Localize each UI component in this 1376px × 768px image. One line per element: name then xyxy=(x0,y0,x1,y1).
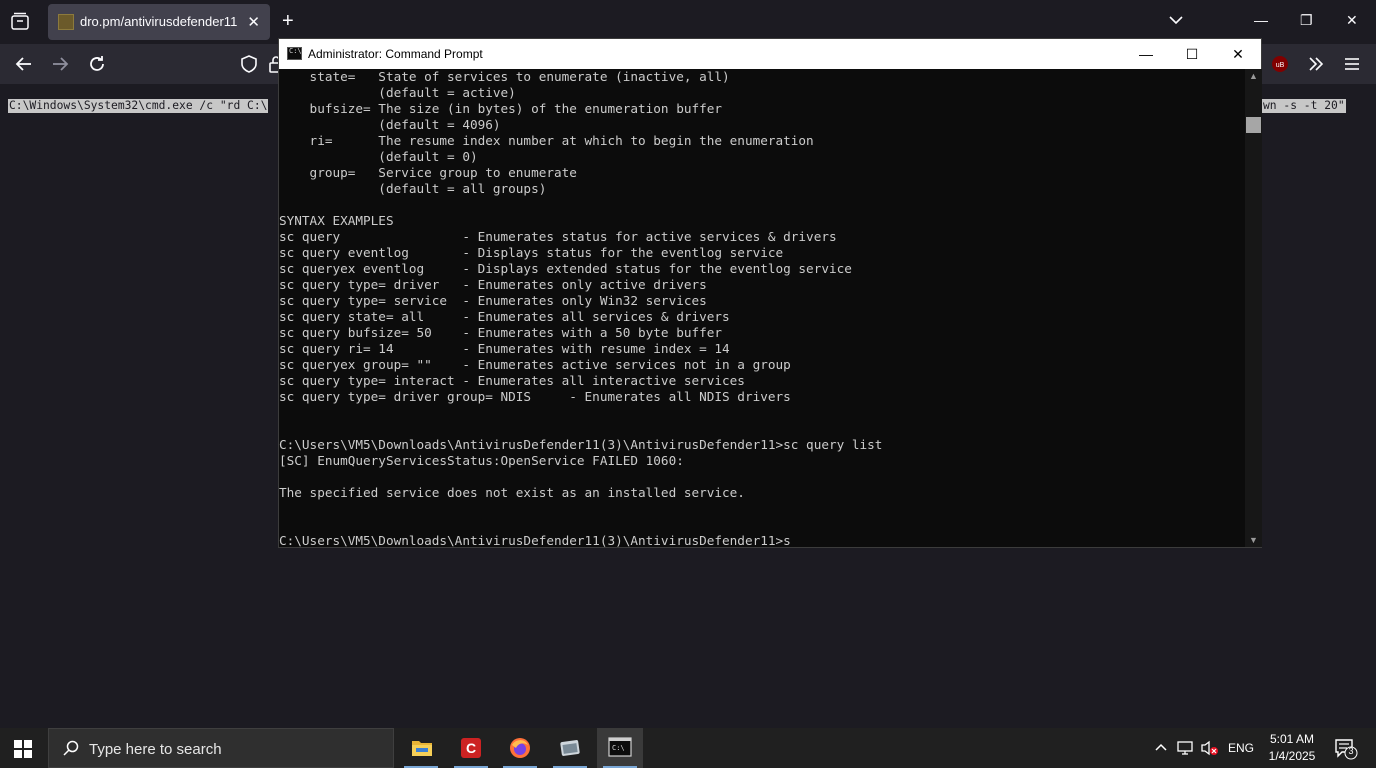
svg-text:C:\: C:\ xyxy=(612,744,625,752)
folder-icon xyxy=(412,741,432,756)
cmd-minimize-icon[interactable]: — xyxy=(1123,39,1169,69)
lock-icon[interactable] xyxy=(266,54,278,74)
minimize-icon[interactable]: — xyxy=(1254,12,1268,28)
console-line: The specified service does not exist as … xyxy=(279,485,745,500)
console-line: (default = 0) xyxy=(279,149,478,164)
console-line: (default = active) xyxy=(279,85,516,100)
ublock-extension-icon[interactable]: uB xyxy=(1270,54,1290,74)
ccleaner-icon: C xyxy=(461,738,481,758)
svg-text:C: C xyxy=(466,740,476,756)
command-prompt-window[interactable]: C:\ Administrator: Command Prompt — ☐ ✕ … xyxy=(278,38,1262,548)
tab-title: dro.pm/antivirusdefender11 xyxy=(80,14,238,29)
console-line: sc query bufsize= 50 - Enumerates with a… xyxy=(279,325,723,340)
new-tab-icon[interactable]: + xyxy=(282,10,294,32)
selected-page-text-end[interactable]: wn -s -t 20" xyxy=(1262,99,1346,113)
show-hidden-icons-chevron-icon[interactable] xyxy=(1154,740,1168,757)
selected-page-text[interactable]: C:\Windows\System32\cmd.exe /c "rd C:\ xyxy=(8,99,269,113)
scrollbar-thumb[interactable] xyxy=(1246,117,1261,133)
taskbar-clock[interactable]: 5:01 AM 1/4/2025 xyxy=(1264,731,1320,765)
taskbar-ccleaner[interactable]: C xyxy=(451,728,491,768)
network-icon[interactable] xyxy=(1177,740,1195,759)
console-line: sc query - Enumerates status for active … xyxy=(279,229,837,244)
taskbar-app-window[interactable] xyxy=(550,728,590,768)
console-line: ri= The resume index number at which to … xyxy=(279,133,814,148)
cmd-close-icon[interactable]: ✕ xyxy=(1215,39,1261,69)
notification-count-badge: 3 xyxy=(1348,746,1354,756)
site-favicon-icon xyxy=(58,14,74,30)
console-line: sc query ri= 14 - Enumerates with resume… xyxy=(279,341,730,356)
cmd-maximize-icon[interactable]: ☐ xyxy=(1169,39,1215,69)
search-placeholder: Type here to search xyxy=(89,741,222,758)
notification-center-icon[interactable]: 3 xyxy=(1334,738,1358,763)
cmd-title-bar[interactable]: C:\ Administrator: Command Prompt — ☐ ✕ xyxy=(279,39,1261,69)
taskbar: Type here to search C C:\ ENG 5:01 AM 1/… xyxy=(0,728,1376,768)
reload-icon[interactable] xyxy=(87,54,107,74)
cmd-scrollbar[interactable]: ▲ ▼ xyxy=(1245,69,1262,547)
console-line: bufsize= The size (in bytes) of the enum… xyxy=(279,101,723,116)
menu-icon[interactable] xyxy=(1342,54,1362,74)
windows-start-icon[interactable] xyxy=(14,740,32,758)
console-line: sc query type= driver - Enumerates only … xyxy=(279,277,707,292)
clock-time: 5:01 AM xyxy=(1269,732,1315,746)
console-line: sc queryex group= "" - Enumerates active… xyxy=(279,357,791,372)
console-output[interactable]: state= State of services to enumerate (i… xyxy=(279,69,1245,547)
command-prompt-icon: C:\ xyxy=(608,737,632,757)
console-line: sc query type= interact - Enumerates all… xyxy=(279,373,745,388)
console-line: sc query eventlog - Displays status for … xyxy=(279,245,784,260)
cmd-window-title: Administrator: Command Prompt xyxy=(308,47,483,61)
back-arrow-icon[interactable] xyxy=(14,54,34,74)
taskbar-search-box[interactable]: Type here to search xyxy=(48,728,394,768)
restore-icon[interactable]: ❐ xyxy=(1300,12,1313,29)
volume-muted-icon[interactable] xyxy=(1201,740,1219,759)
console-line: sc queryex eventlog - Displays extended … xyxy=(279,261,852,276)
tab-list-icon[interactable] xyxy=(8,10,32,34)
scroll-down-arrow-icon[interactable]: ▼ xyxy=(1249,535,1258,545)
input-language-indicator[interactable]: ENG xyxy=(1228,741,1254,755)
console-line: group= Service group to enumerate xyxy=(279,165,577,180)
console-line: sc query state= all - Enumerates all ser… xyxy=(279,309,730,324)
app-window-icon xyxy=(560,740,580,756)
taskbar-command-prompt[interactable]: C:\ xyxy=(597,728,643,768)
console-line: (default = all groups) xyxy=(279,181,547,196)
tab-close-icon[interactable]: ✕ xyxy=(247,13,260,31)
command-input-line[interactable]: C:\Users\VM5\Downloads\AntivirusDefender… xyxy=(279,533,1245,547)
taskbar-firefox[interactable] xyxy=(500,728,540,768)
console-line: sc query type= service - Enumerates only… xyxy=(279,293,707,308)
clock-date: 1/4/2025 xyxy=(1268,749,1316,763)
search-icon xyxy=(63,740,79,756)
console-line: state= State of services to enumerate (i… xyxy=(279,69,730,84)
close-window-icon[interactable]: ✕ xyxy=(1346,12,1358,29)
console-line: C:\Users\VM5\Downloads\AntivirusDefender… xyxy=(279,437,883,452)
console-line: SYNTAX EXAMPLES xyxy=(279,213,394,228)
more-tools-icon[interactable] xyxy=(1306,54,1326,74)
console-line: [SC] EnumQueryServicesStatus:OpenService… xyxy=(279,453,684,468)
shield-icon[interactable] xyxy=(239,54,259,74)
firefox-icon xyxy=(510,738,530,758)
console-line: (default = 4096) xyxy=(279,117,501,132)
console-line: sc query type= driver group= NDIS - Enum… xyxy=(279,389,791,404)
browser-tab[interactable]: dro.pm/antivirusdefender11 ✕ xyxy=(48,4,270,40)
scroll-up-arrow-icon[interactable]: ▲ xyxy=(1249,71,1258,81)
taskbar-file-explorer[interactable] xyxy=(401,728,441,768)
svg-text:uB: uB xyxy=(1276,62,1285,69)
cmd-app-icon: C:\ xyxy=(287,47,302,60)
chevron-down-icon[interactable] xyxy=(1168,12,1184,28)
forward-arrow-icon[interactable] xyxy=(50,54,70,74)
